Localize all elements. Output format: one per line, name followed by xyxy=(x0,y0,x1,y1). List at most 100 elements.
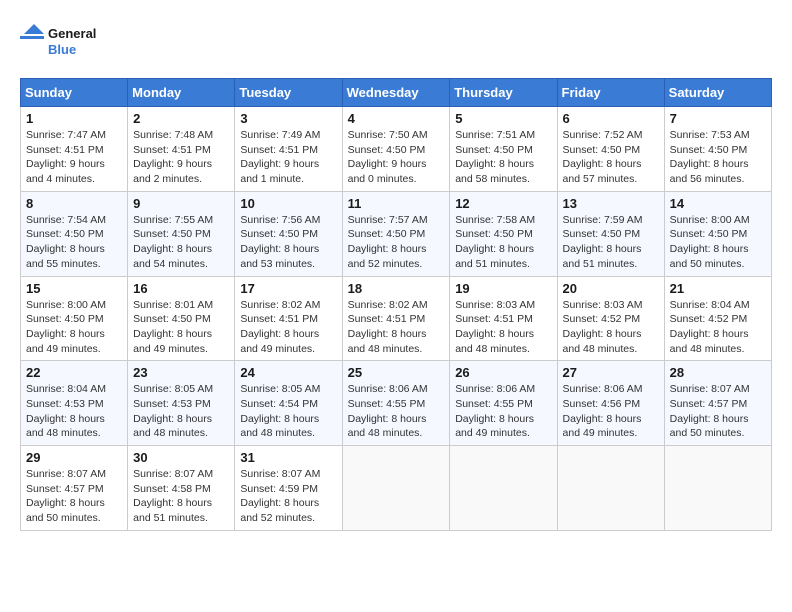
day-number: 13 xyxy=(563,196,659,211)
calendar-cell: 3 Sunrise: 7:49 AM Sunset: 4:51 PM Daylig… xyxy=(235,107,342,192)
calendar-cell: 15Sunrise: 8:00 AM Sunset: 4:50 PM Dayli… xyxy=(21,276,128,361)
day-info: Sunrise: 7:47 AM Sunset: 4:51 PM Dayligh… xyxy=(26,128,122,187)
day-number: 16 xyxy=(133,281,229,296)
day-number: 2 xyxy=(133,111,229,126)
day-info: Sunrise: 7:56 AM Sunset: 4:50 PM Dayligh… xyxy=(240,213,336,272)
day-info: Sunrise: 8:02 AM Sunset: 4:51 PM Dayligh… xyxy=(348,298,445,357)
day-info: Sunrise: 8:00 AM Sunset: 4:50 PM Dayligh… xyxy=(670,213,766,272)
day-number: 12 xyxy=(455,196,551,211)
calendar-cell xyxy=(450,446,557,531)
day-info: Sunrise: 8:05 AM Sunset: 4:54 PM Dayligh… xyxy=(240,382,336,441)
day-number: 21 xyxy=(670,281,766,296)
day-number: 9 xyxy=(133,196,229,211)
calendar-cell: 13 Sunrise: 7:59 AM Sunset: 4:50 PM Dayli… xyxy=(557,191,664,276)
weekday-header: Wednesday xyxy=(342,79,450,107)
calendar-cell: 12 Sunrise: 7:58 AM Sunset: 4:50 PM Dayli… xyxy=(450,191,557,276)
day-info: Sunrise: 7:50 AM Sunset: 4:50 PM Dayligh… xyxy=(348,128,445,187)
day-info: Sunrise: 7:49 AM Sunset: 4:51 PM Dayligh… xyxy=(240,128,336,187)
calendar-header-row: SundayMondayTuesdayWednesdayThursdayFrid… xyxy=(21,79,772,107)
day-info: Sunrise: 8:03 AM Sunset: 4:51 PM Dayligh… xyxy=(455,298,551,357)
day-info: Sunrise: 7:52 AM Sunset: 4:50 PM Dayligh… xyxy=(563,128,659,187)
day-number: 1 xyxy=(26,111,122,126)
day-info: Sunrise: 8:07 AM Sunset: 4:57 PM Dayligh… xyxy=(26,467,122,526)
weekday-header: Thursday xyxy=(450,79,557,107)
calendar-cell: 6 Sunrise: 7:52 AM Sunset: 4:50 PM Daylig… xyxy=(557,107,664,192)
day-info: Sunrise: 8:04 AM Sunset: 4:52 PM Dayligh… xyxy=(670,298,766,357)
day-number: 27 xyxy=(563,365,659,380)
day-info: Sunrise: 7:53 AM Sunset: 4:50 PM Dayligh… xyxy=(670,128,766,187)
day-number: 28 xyxy=(670,365,766,380)
day-number: 30 xyxy=(133,450,229,465)
header: General Blue xyxy=(20,20,772,62)
logo-svg: General Blue xyxy=(20,20,110,62)
day-number: 18 xyxy=(348,281,445,296)
day-number: 10 xyxy=(240,196,336,211)
day-number: 11 xyxy=(348,196,445,211)
calendar-cell: 24 Sunrise: 8:05 AM Sunset: 4:54 PM Dayli… xyxy=(235,361,342,446)
calendar-cell: 1 Sunrise: 7:47 AM Sunset: 4:51 PM Daylig… xyxy=(21,107,128,192)
day-number: 8 xyxy=(26,196,122,211)
calendar-cell: 20Sunrise: 8:03 AM Sunset: 4:52 PM Dayli… xyxy=(557,276,664,361)
day-info: Sunrise: 7:58 AM Sunset: 4:50 PM Dayligh… xyxy=(455,213,551,272)
day-info: Sunrise: 7:54 AM Sunset: 4:50 PM Dayligh… xyxy=(26,213,122,272)
day-info: Sunrise: 8:06 AM Sunset: 4:55 PM Dayligh… xyxy=(348,382,445,441)
calendar-cell: 9 Sunrise: 7:55 AM Sunset: 4:50 PM Daylig… xyxy=(128,191,235,276)
day-number: 4 xyxy=(348,111,445,126)
calendar-cell xyxy=(664,446,771,531)
calendar-week-row: 22Sunrise: 8:04 AM Sunset: 4:53 PM Dayli… xyxy=(21,361,772,446)
calendar-cell: 17Sunrise: 8:02 AM Sunset: 4:51 PM Dayli… xyxy=(235,276,342,361)
calendar-cell: 28 Sunrise: 8:07 AM Sunset: 4:57 PM Dayli… xyxy=(664,361,771,446)
calendar-cell xyxy=(557,446,664,531)
day-info: Sunrise: 8:00 AM Sunset: 4:50 PM Dayligh… xyxy=(26,298,122,357)
day-number: 23 xyxy=(133,365,229,380)
day-number: 6 xyxy=(563,111,659,126)
calendar-week-row: 8 Sunrise: 7:54 AM Sunset: 4:50 PM Daylig… xyxy=(21,191,772,276)
calendar-cell: 4 Sunrise: 7:50 AM Sunset: 4:50 PM Daylig… xyxy=(342,107,450,192)
day-info: Sunrise: 7:51 AM Sunset: 4:50 PM Dayligh… xyxy=(455,128,551,187)
calendar-cell: 10 Sunrise: 7:56 AM Sunset: 4:50 PM Dayli… xyxy=(235,191,342,276)
day-info: Sunrise: 8:06 AM Sunset: 4:55 PM Dayligh… xyxy=(455,382,551,441)
day-number: 7 xyxy=(670,111,766,126)
day-number: 3 xyxy=(240,111,336,126)
day-info: Sunrise: 8:07 AM Sunset: 4:57 PM Dayligh… xyxy=(670,382,766,441)
svg-text:General: General xyxy=(48,26,96,41)
day-number: 5 xyxy=(455,111,551,126)
day-number: 24 xyxy=(240,365,336,380)
weekday-header: Saturday xyxy=(664,79,771,107)
day-number: 19 xyxy=(455,281,551,296)
weekday-header: Sunday xyxy=(21,79,128,107)
calendar-cell: 14 Sunrise: 8:00 AM Sunset: 4:50 PM Dayli… xyxy=(664,191,771,276)
calendar-week-row: 15Sunrise: 8:00 AM Sunset: 4:50 PM Dayli… xyxy=(21,276,772,361)
day-number: 29 xyxy=(26,450,122,465)
day-info: Sunrise: 8:05 AM Sunset: 4:53 PM Dayligh… xyxy=(133,382,229,441)
calendar-cell: 26 Sunrise: 8:06 AM Sunset: 4:55 PM Dayli… xyxy=(450,361,557,446)
calendar-cell: 11Sunrise: 7:57 AM Sunset: 4:50 PM Dayli… xyxy=(342,191,450,276)
day-number: 26 xyxy=(455,365,551,380)
day-info: Sunrise: 8:07 AM Sunset: 4:58 PM Dayligh… xyxy=(133,467,229,526)
calendar-cell: 5 Sunrise: 7:51 AM Sunset: 4:50 PM Daylig… xyxy=(450,107,557,192)
weekday-header: Tuesday xyxy=(235,79,342,107)
svg-text:Blue: Blue xyxy=(48,42,76,57)
calendar-cell: 27 Sunrise: 8:06 AM Sunset: 4:56 PM Dayli… xyxy=(557,361,664,446)
day-info: Sunrise: 7:55 AM Sunset: 4:50 PM Dayligh… xyxy=(133,213,229,272)
day-info: Sunrise: 7:59 AM Sunset: 4:50 PM Dayligh… xyxy=(563,213,659,272)
calendar-cell: 2 Sunrise: 7:48 AM Sunset: 4:51 PM Daylig… xyxy=(128,107,235,192)
calendar-cell: 21 Sunrise: 8:04 AM Sunset: 4:52 PM Dayli… xyxy=(664,276,771,361)
calendar-cell: 30 Sunrise: 8:07 AM Sunset: 4:58 PM Dayli… xyxy=(128,446,235,531)
weekday-header: Monday xyxy=(128,79,235,107)
calendar-week-row: 1 Sunrise: 7:47 AM Sunset: 4:51 PM Daylig… xyxy=(21,107,772,192)
calendar-cell xyxy=(342,446,450,531)
logo: General Blue xyxy=(20,20,110,62)
day-info: Sunrise: 8:03 AM Sunset: 4:52 PM Dayligh… xyxy=(563,298,659,357)
calendar-table: SundayMondayTuesdayWednesdayThursdayFrid… xyxy=(20,78,772,531)
day-number: 22 xyxy=(26,365,122,380)
day-number: 25 xyxy=(348,365,445,380)
day-number: 14 xyxy=(670,196,766,211)
calendar-cell: 29 Sunrise: 8:07 AM Sunset: 4:57 PM Dayli… xyxy=(21,446,128,531)
day-info: Sunrise: 7:48 AM Sunset: 4:51 PM Dayligh… xyxy=(133,128,229,187)
day-info: Sunrise: 8:02 AM Sunset: 4:51 PM Dayligh… xyxy=(240,298,336,357)
calendar-week-row: 29 Sunrise: 8:07 AM Sunset: 4:57 PM Dayli… xyxy=(21,446,772,531)
calendar-cell: 8 Sunrise: 7:54 AM Sunset: 4:50 PM Daylig… xyxy=(21,191,128,276)
day-info: Sunrise: 8:06 AM Sunset: 4:56 PM Dayligh… xyxy=(563,382,659,441)
calendar-cell: 25 Sunrise: 8:06 AM Sunset: 4:55 PM Dayli… xyxy=(342,361,450,446)
